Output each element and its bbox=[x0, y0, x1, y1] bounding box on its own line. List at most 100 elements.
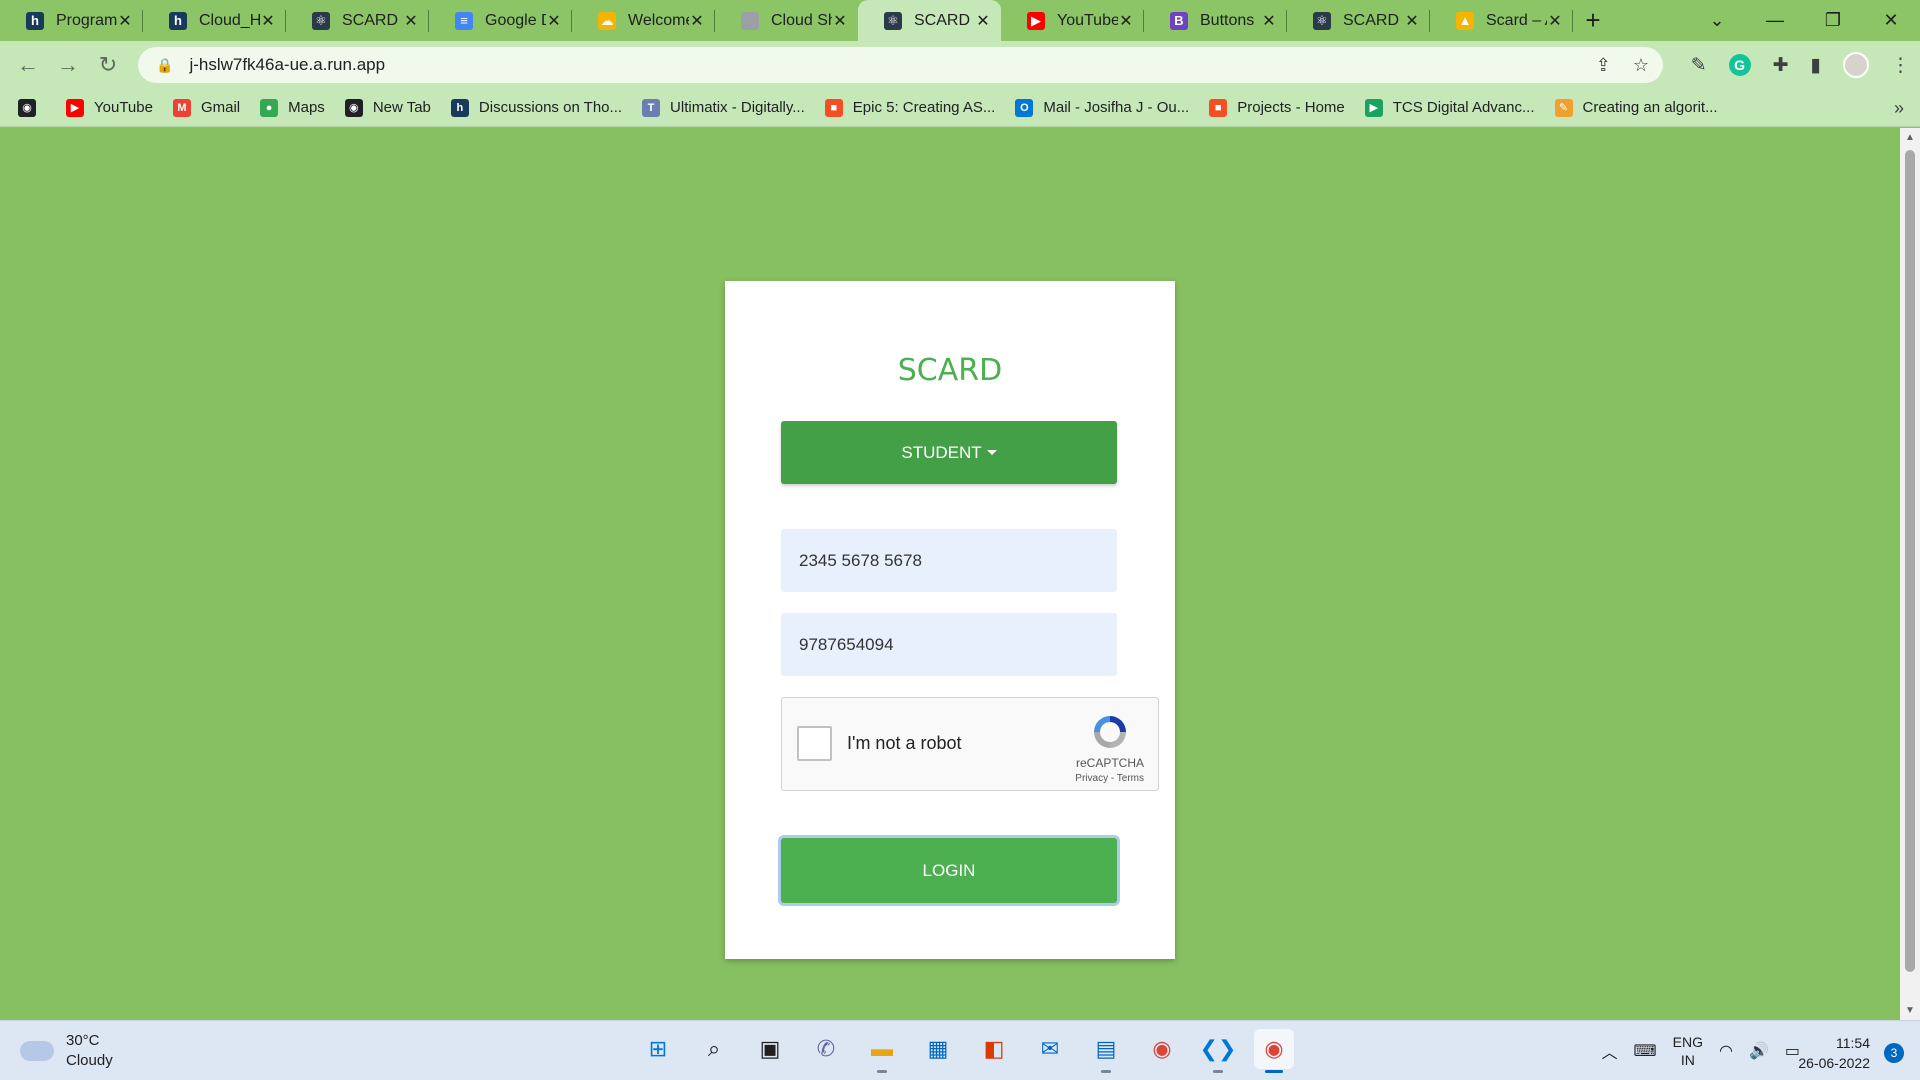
scrollbar-thumb[interactable] bbox=[1905, 150, 1915, 972]
bookmark-item[interactable]: ✎ Creating an algorit... bbox=[1554, 98, 1718, 117]
browser-tab[interactable]: B Buttons ✕ bbox=[1144, 0, 1287, 41]
clock-date: 26-06-2022 bbox=[1798, 1055, 1870, 1071]
browser-tab[interactable]: h Cloud_Ha✕ bbox=[143, 0, 286, 41]
browser-tab[interactable]: ⚛ SCARD ✕ bbox=[1287, 0, 1430, 41]
restore-button[interactable]: ❐ bbox=[1804, 0, 1862, 41]
tray-overflow-chevron-icon[interactable]: ︿ bbox=[1602, 1039, 1618, 1063]
tab-title: SCARD bbox=[342, 11, 399, 29]
bookmark-item[interactable]: h Discussions on Tho... bbox=[450, 98, 622, 117]
extensions-puzzle-icon[interactable]: ✚ bbox=[1773, 54, 1789, 77]
volume-icon[interactable]: 🔊 bbox=[1749, 1041, 1769, 1061]
tab-close-icon[interactable]: ✕ bbox=[1547, 11, 1563, 31]
clock[interactable]: 11:54 26-06-2022 bbox=[1798, 1033, 1870, 1073]
browser-tab[interactable]: ≡ Google D ✕ bbox=[429, 0, 572, 41]
tab-favicon-icon: ⚛ bbox=[884, 11, 902, 30]
forward-button[interactable]: → bbox=[48, 45, 88, 85]
tab-close-icon[interactable]: ✕ bbox=[975, 11, 991, 31]
wifi-icon[interactable]: ◠ bbox=[1719, 1041, 1733, 1061]
bookmark-favicon-icon: O bbox=[1015, 98, 1034, 117]
mail-icon[interactable]: ✉ bbox=[1030, 1029, 1070, 1069]
vscode-icon[interactable]: ❮❯ bbox=[1198, 1029, 1238, 1073]
bookmark-favicon-icon: ◉ bbox=[18, 98, 36, 117]
office-icon[interactable]: ◧ bbox=[974, 1029, 1014, 1069]
recaptcha-checkbox[interactable] bbox=[797, 726, 832, 761]
browser-tab[interactable]: h Programm✕ bbox=[0, 0, 143, 41]
browser-tab[interactable]: ▲ Scard – A✕ bbox=[1430, 0, 1573, 41]
bookmark-item[interactable]: M Gmail bbox=[172, 98, 240, 117]
scroll-up-icon[interactable]: ▲ bbox=[1900, 132, 1920, 143]
new-tab-button[interactable]: + bbox=[1573, 0, 1613, 41]
recaptcha-links[interactable]: Privacy - Terms bbox=[1075, 773, 1144, 784]
login-button[interactable]: LOGIN bbox=[781, 838, 1117, 903]
bookmark-item[interactable]: ■ Epic 5: Creating AS... bbox=[824, 98, 995, 117]
bookmark-item[interactable]: ■ Projects - Home bbox=[1209, 98, 1345, 117]
tab-close-icon[interactable]: ✕ bbox=[117, 11, 133, 31]
notification-badge[interactable]: 3 bbox=[1884, 1043, 1904, 1063]
phone-number-value: 9787654094 bbox=[799, 634, 894, 654]
browser-tab[interactable]: ☁ Welcome ✕ bbox=[572, 0, 715, 41]
address-bar[interactable]: 🔒 j-hslw7fk46a-ue.a.run.app ⇪ ☆ bbox=[138, 47, 1663, 83]
close-window-button[interactable]: ✕ bbox=[1862, 0, 1920, 41]
tab-close-icon[interactable]: ✕ bbox=[689, 11, 705, 31]
search-icon[interactable]: ⌕ bbox=[694, 1029, 734, 1069]
weather-widget[interactable]: 30°C Cloudy bbox=[20, 1031, 113, 1071]
microsoft-store-icon[interactable]: ▦ bbox=[918, 1029, 958, 1069]
chrome-icon[interactable]: ◉ bbox=[1142, 1029, 1182, 1069]
start-windows-icon[interactable]: ⊞ bbox=[638, 1029, 678, 1069]
bookmark-item[interactable]: ● Maps bbox=[260, 98, 325, 117]
tab-close-icon[interactable]: ✕ bbox=[403, 11, 419, 31]
menu-kebab-icon[interactable]: ⋮ bbox=[1891, 54, 1910, 77]
bookmark-label: Projects - Home bbox=[1237, 99, 1345, 116]
back-button[interactable]: ← bbox=[8, 45, 48, 85]
weather-temp: 30°C bbox=[66, 1032, 100, 1049]
language-indicator[interactable]: ENG IN bbox=[1673, 1033, 1703, 1069]
region-code: IN bbox=[1680, 1052, 1695, 1068]
tab-search-icon[interactable]: ⌄ bbox=[1688, 0, 1746, 41]
bookmark-favicon-icon: ■ bbox=[824, 98, 843, 117]
id-number-input[interactable]: 2345 5678 5678 bbox=[781, 529, 1117, 592]
tab-close-icon[interactable]: ✕ bbox=[1118, 11, 1134, 31]
page-scrollbar[interactable]: ▲ ▼ bbox=[1900, 128, 1920, 1020]
bookmark-favicon-icon: ■ bbox=[1209, 98, 1228, 117]
recaptcha-brand: reCAPTCHA bbox=[1075, 756, 1144, 770]
bookmarks-bar: ◉ ▶ YouTube M Gmail ● Maps ◉ New Tab h Discussions… bbox=[0, 89, 1920, 127]
reload-button[interactable]: ↻ bbox=[88, 45, 128, 85]
tab-close-icon[interactable]: ✕ bbox=[1261, 11, 1277, 31]
lock-icon[interactable]: 🔒 bbox=[156, 57, 173, 74]
tab-close-icon[interactable]: ✕ bbox=[1404, 11, 1420, 31]
chrome-profile-icon[interactable]: ◉ bbox=[1254, 1029, 1294, 1073]
bookmark-item[interactable]: ◉ New Tab bbox=[344, 98, 431, 117]
keyboard-icon[interactable]: ⌨ bbox=[1634, 1041, 1657, 1061]
bookmark-label: YouTube bbox=[94, 99, 153, 116]
bookmark-item[interactable]: ◉ bbox=[18, 98, 46, 117]
minimize-button[interactable]: — bbox=[1746, 0, 1804, 41]
teams-chat-icon[interactable]: ✆ bbox=[806, 1029, 846, 1069]
browser-tab[interactable]: ▶ YouTube ✕ bbox=[1001, 0, 1144, 41]
browser-tab[interactable]: ⚛ SCARD ✕ bbox=[858, 0, 1001, 41]
browser-tab[interactable]: Cloud Sh ✕ bbox=[715, 0, 858, 41]
tab-close-icon[interactable]: ✕ bbox=[832, 11, 848, 31]
bookmark-item[interactable]: ▶ TCS Digital Advanc... bbox=[1364, 98, 1535, 117]
bookmarks-overflow-icon[interactable]: » bbox=[1894, 98, 1904, 119]
tab-title: Cloud Sh bbox=[771, 11, 832, 29]
tab-close-icon[interactable]: ✕ bbox=[546, 11, 562, 31]
bookmark-item[interactable]: T Ultimatix - Digitally... bbox=[642, 98, 805, 117]
task-view-icon[interactable]: ▣ bbox=[750, 1029, 790, 1069]
clock-time: 11:54 bbox=[1836, 1035, 1870, 1051]
bookmark-item[interactable]: O Mail - Josifha J - Ou... bbox=[1015, 98, 1190, 117]
profile-avatar[interactable] bbox=[1843, 52, 1869, 78]
eyedropper-extension-icon[interactable]: ✎ bbox=[1691, 54, 1707, 77]
browser-tab[interactable]: ⚛ SCARD ✕ bbox=[286, 0, 429, 41]
share-icon[interactable]: ⇪ bbox=[1596, 55, 1611, 76]
phone-number-input[interactable]: 9787654094 bbox=[781, 613, 1117, 676]
grammarly-extension-icon[interactable]: G bbox=[1728, 54, 1751, 76]
tab-close-icon[interactable]: ✕ bbox=[260, 11, 276, 31]
scroll-down-icon[interactable]: ▼ bbox=[1900, 1005, 1920, 1016]
bookmark-star-icon[interactable]: ☆ bbox=[1633, 55, 1649, 76]
bookmark-item[interactable]: ▶ YouTube bbox=[66, 98, 153, 117]
bookmark-label: Mail - Josifha J - Ou... bbox=[1043, 99, 1190, 116]
role-dropdown-button[interactable]: STUDENT bbox=[781, 421, 1117, 484]
notepad-icon[interactable]: ▤ bbox=[1086, 1029, 1126, 1073]
side-panel-icon[interactable]: ▮ bbox=[1811, 54, 1821, 77]
file-explorer-icon[interactable]: ▬ bbox=[862, 1029, 902, 1073]
